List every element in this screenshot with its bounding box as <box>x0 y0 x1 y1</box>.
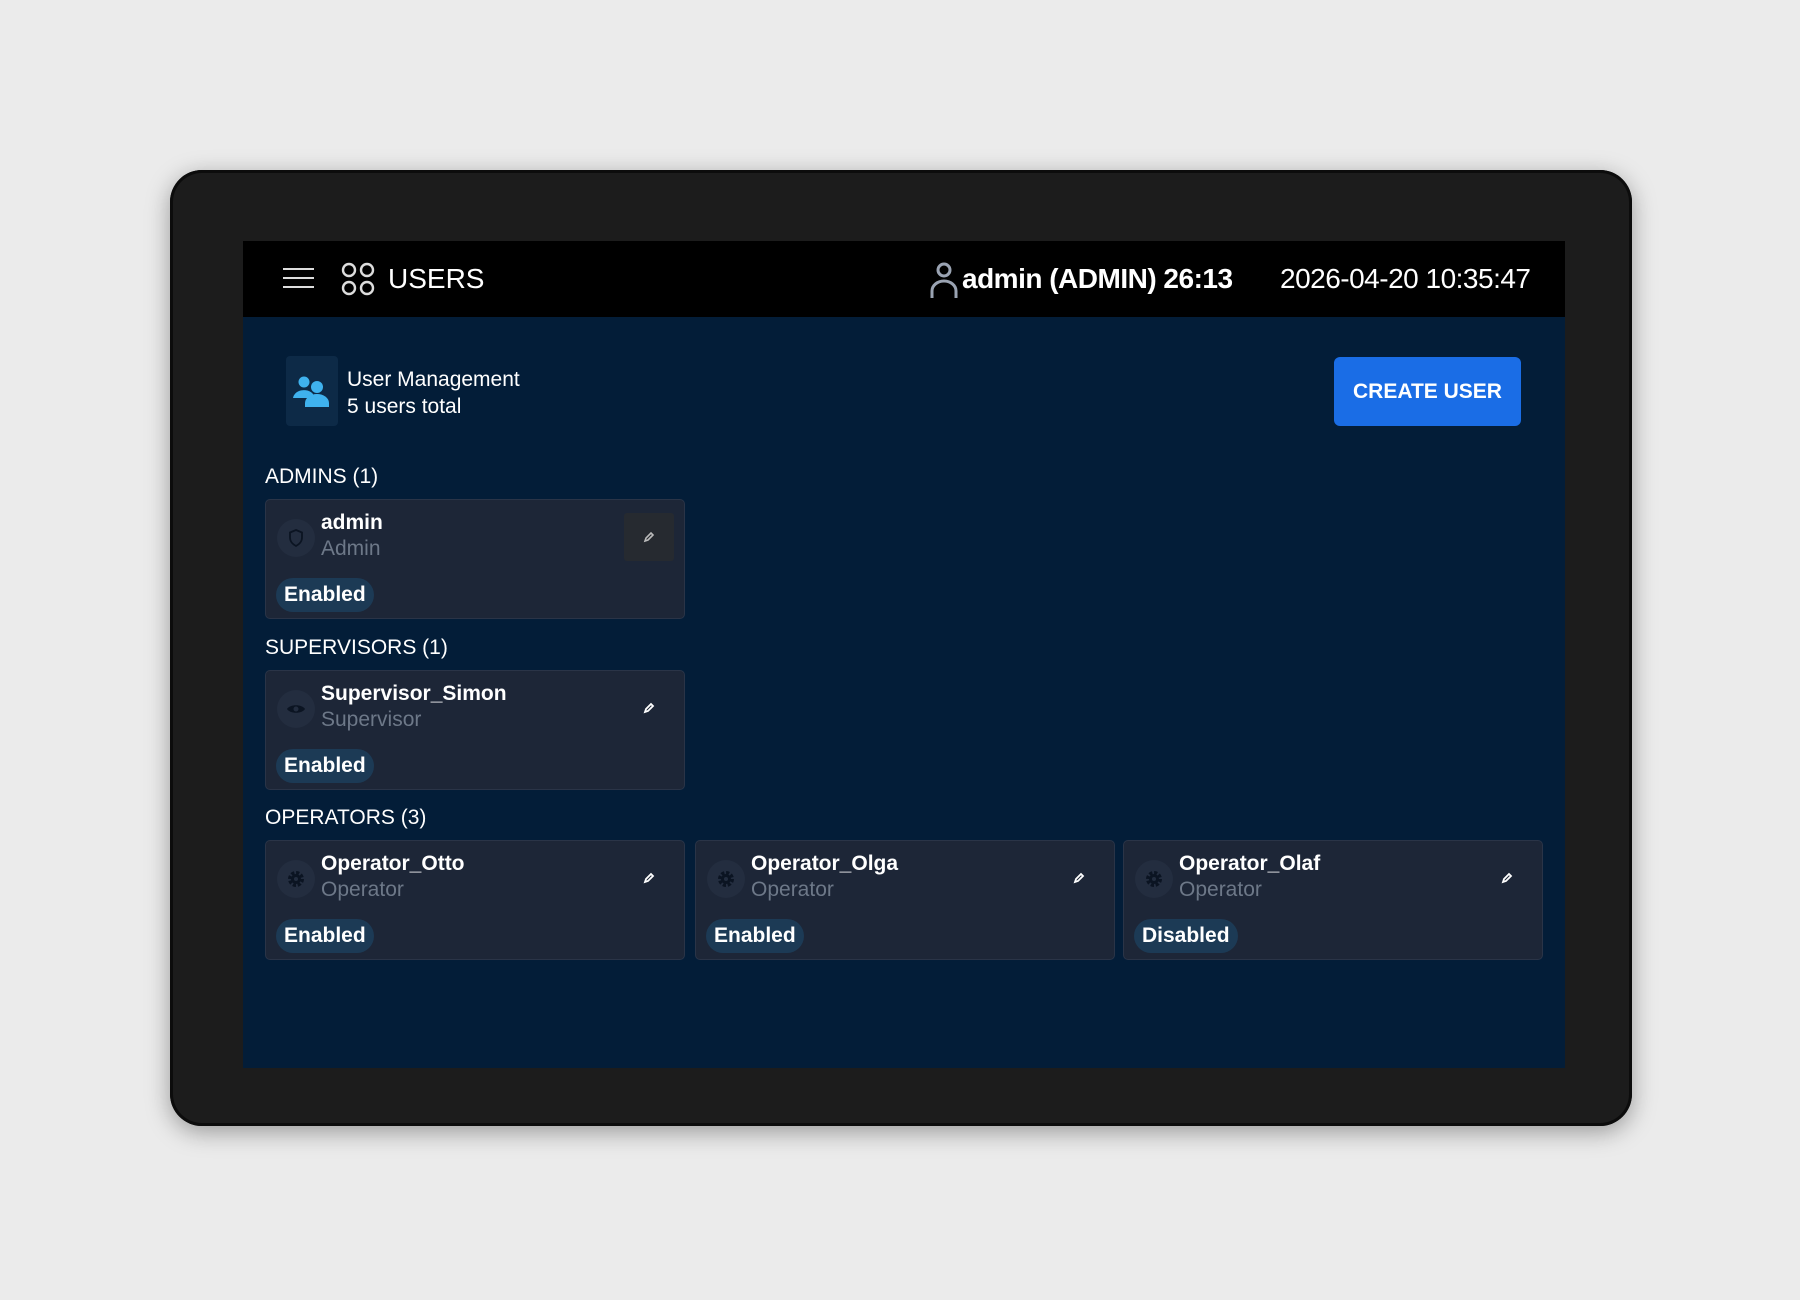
gear-icon <box>277 860 315 898</box>
edit-user-button[interactable] <box>1054 854 1104 902</box>
eye-icon <box>277 690 315 728</box>
summary-count: 5 users total <box>347 395 462 418</box>
user-role: Operator <box>751 878 834 901</box>
edit-user-button[interactable] <box>624 854 674 902</box>
user-name: Operator_Otto <box>321 852 465 875</box>
menu-icon[interactable] <box>283 268 314 288</box>
section-operators-label: OPERATORS (3) <box>265 806 427 829</box>
session-user-info[interactable]: admin (ADMIN) 26:13 <box>962 263 1233 295</box>
user-name: Supervisor_Simon <box>321 682 507 705</box>
create-user-button[interactable]: CREATE USER <box>1334 357 1521 426</box>
status-badge: Enabled <box>706 919 804 953</box>
edit-user-button[interactable] <box>624 513 674 561</box>
clock: 2026-04-20 10:35:47 <box>1280 263 1531 294</box>
pencil-icon <box>1501 872 1513 884</box>
user-card[interactable]: Operator_Olga Operator Enabled <box>695 840 1115 960</box>
gear-icon <box>707 860 745 898</box>
user-name: admin <box>321 511 383 534</box>
page-title: USERS <box>388 263 485 294</box>
edit-user-button[interactable] <box>1482 854 1532 902</box>
status-badge: Disabled <box>1134 919 1238 953</box>
user-card[interactable]: admin Admin Enabled <box>265 499 685 619</box>
pencil-icon <box>643 702 655 714</box>
user-name: Operator_Olaf <box>1179 852 1321 875</box>
edit-user-button[interactable] <box>624 684 674 732</box>
users-group-icon <box>286 356 338 426</box>
user-role: Operator <box>321 878 404 901</box>
user-card[interactable]: Operator_Otto Operator Enabled <box>265 840 685 960</box>
shield-icon <box>277 519 315 557</box>
user-card[interactable]: Supervisor_Simon Supervisor Enabled <box>265 670 685 790</box>
user-icon <box>930 262 958 298</box>
section-admins-label: ADMINS (1) <box>265 465 379 488</box>
pencil-icon <box>643 872 655 884</box>
top-bar: USERS admin (ADMIN) 26:13 2026-04-20 10:… <box>243 241 1565 317</box>
status-badge: Enabled <box>276 919 374 953</box>
user-name: Operator_Olga <box>751 852 899 875</box>
screen: USERS admin (ADMIN) 26:13 2026-04-20 10:… <box>243 241 1565 1068</box>
user-role: Admin <box>321 537 381 560</box>
user-card[interactable]: Operator_Olaf Operator Disabled <box>1123 840 1543 960</box>
pencil-icon <box>643 531 655 543</box>
summary-title: User Management <box>347 368 520 391</box>
pencil-icon <box>1073 872 1085 884</box>
status-badge: Enabled <box>276 578 374 612</box>
grid-icon <box>341 262 375 296</box>
user-role: Operator <box>1179 878 1262 901</box>
gear-icon <box>1135 860 1173 898</box>
summary: User Management 5 users total <box>347 366 520 420</box>
section-supervisors-label: SUPERVISORS (1) <box>265 636 448 659</box>
user-role: Supervisor <box>321 708 422 731</box>
status-badge: Enabled <box>276 749 374 783</box>
